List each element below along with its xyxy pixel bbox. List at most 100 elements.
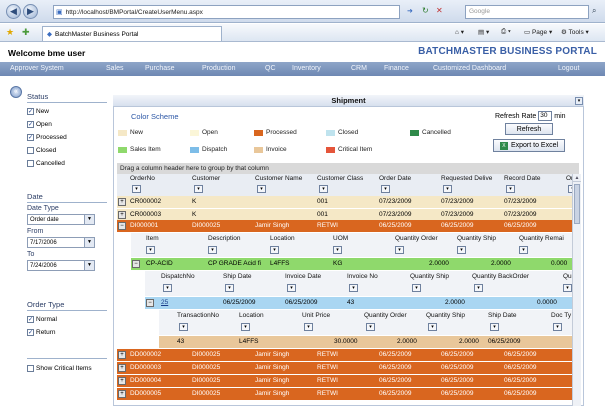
from-date-select[interactable]: 7/17/2006 ▼ (27, 237, 95, 248)
col-quantity-remaining[interactable]: Quantity Remai (519, 235, 564, 242)
status-new[interactable]: ✓ New (27, 105, 107, 118)
status-cancelled[interactable]: Cancelled (27, 157, 107, 170)
feeds-icon[interactable]: ▤ ▾ (478, 28, 489, 36)
nav-crm[interactable]: CRM (351, 65, 367, 72)
nav-customized-dashboard[interactable]: Customized Dashboard (433, 65, 506, 72)
status-open[interactable]: ✓ Open (27, 118, 107, 131)
nav-purchase[interactable]: Purchase (145, 65, 175, 72)
table-row[interactable]: + DD000004 DI000025 Jamir Singh RETWI 06… (117, 375, 579, 387)
refresh-icon[interactable]: ↻ (422, 6, 429, 15)
col-customer-name[interactable]: Customer Name (255, 175, 302, 182)
col-requested-delivery[interactable]: Requested Delive (441, 175, 492, 182)
status-closed[interactable]: Closed (27, 144, 107, 157)
refresh-button[interactable]: Refresh (505, 123, 553, 135)
filter-icon[interactable]: ▾ (163, 284, 172, 292)
tools-menu[interactable]: ⚙ Tools ▾ (561, 28, 589, 36)
expand-icon[interactable]: + (118, 377, 126, 385)
collapse-sidebar-icon[interactable]: « (10, 86, 22, 98)
order-type-normal[interactable]: ✓ Normal (27, 313, 107, 326)
nav-qc[interactable]: QC (265, 65, 276, 72)
home-icon[interactable]: ⌂ ▾ (455, 28, 464, 36)
checkbox-show-critical[interactable] (27, 365, 34, 372)
forward-icon[interactable]: ▶ (23, 4, 38, 19)
col-ship-date[interactable]: Ship Date (223, 273, 252, 280)
col-dispatch-quantity-ship[interactable]: Quantity Ship (410, 273, 449, 280)
filter-icon[interactable]: ▾ (270, 246, 279, 254)
expand-icon[interactable]: + (118, 198, 126, 206)
group-by-area[interactable]: Drag a column header here to group by th… (117, 163, 579, 174)
col-customer[interactable]: Customer (192, 175, 220, 182)
filter-icon[interactable]: ▾ (519, 246, 528, 254)
go-icon[interactable]: ➜ (407, 7, 413, 15)
print-icon[interactable]: ⎙ ▾ (501, 28, 511, 36)
stop-icon[interactable]: ✕ (436, 6, 443, 15)
col-txn-location[interactable]: Location (239, 312, 264, 319)
browser-search-input[interactable]: Google (465, 5, 589, 19)
col-unit-price[interactable]: Unit Price (302, 312, 330, 319)
expand-icon[interactable]: + (118, 351, 126, 359)
checkbox-open[interactable]: ✓ (27, 121, 34, 128)
filter-icon[interactable]: ▾ (412, 284, 421, 292)
filter-icon[interactable]: ▾ (257, 185, 266, 193)
filter-icon[interactable]: ▾ (225, 284, 234, 292)
col-customer-class[interactable]: Customer Class (317, 175, 363, 182)
collapse-icon[interactable]: − (118, 222, 126, 230)
col-location[interactable]: Location (270, 235, 295, 242)
checkbox-return[interactable]: ✓ (27, 329, 34, 336)
nav-approver-system[interactable]: Approver System (10, 65, 64, 72)
filter-icon[interactable]: ▾ (132, 185, 141, 193)
checkbox-cancelled[interactable] (27, 160, 34, 167)
expand-icon[interactable]: + (118, 364, 126, 372)
checkbox-processed[interactable]: ✓ (27, 134, 34, 141)
browser-tab[interactable]: ◆ BatchMaster Business Portal (42, 26, 222, 41)
filter-icon[interactable]: ▾ (490, 323, 499, 331)
table-row[interactable]: + CR000002 K 001 07/23/2009 07/23/2009 0… (117, 196, 579, 208)
filter-icon[interactable]: ▾ (457, 246, 466, 254)
table-row[interactable]: + DD000003 DI000025 Jamir Singh RETWI 06… (117, 362, 579, 374)
filter-icon[interactable]: ▾ (563, 284, 572, 292)
col-quantity-ship[interactable]: Quantity Ship (457, 235, 496, 242)
scroll-up-icon[interactable]: ▲ (573, 174, 581, 182)
nav-production[interactable]: Production (202, 65, 235, 72)
col-record-date[interactable]: Record Date (504, 175, 541, 182)
table-row[interactable]: + DD000002 DI000025 Jamir Singh RETWI 06… (117, 349, 579, 361)
filter-icon[interactable]: ▾ (319, 185, 328, 193)
filter-icon[interactable]: ▾ (349, 284, 358, 292)
col-quantity-order[interactable]: Quantity Order (395, 235, 438, 242)
filter-icon[interactable]: ▾ (333, 246, 342, 254)
item-row[interactable]: − CP-ACID CP GRADE Acid fi L4FFS KG 2.00… (131, 258, 572, 270)
dispatch-row[interactable]: − 25 06/25/2009 06/25/2009 43 2.0000 0.0… (145, 297, 572, 309)
table-row[interactable]: + CR000003 K 001 07/23/2009 07/23/2009 0… (117, 208, 579, 220)
scroll-thumb[interactable] (574, 184, 580, 224)
filter-icon[interactable]: ▾ (208, 246, 217, 254)
filter-icon[interactable]: ▾ (553, 323, 562, 331)
page-menu[interactable]: ▭ Page ▾ (524, 28, 552, 36)
nav-finance[interactable]: Finance (384, 65, 409, 72)
add-favorite-icon[interactable]: ✚ (22, 27, 30, 38)
filter-icon[interactable]: ▾ (381, 185, 390, 193)
col-quantity-backorder[interactable]: Quantity BackOrder (472, 273, 529, 280)
filter-icon[interactable]: ▾ (241, 323, 250, 331)
col-dispatch-more[interactable]: Qu (563, 273, 572, 280)
col-txn-quantity-order[interactable]: Quantity Order (364, 312, 407, 319)
order-type-return[interactable]: ✓ Return (27, 326, 107, 339)
dispatch-link[interactable]: 25 (161, 299, 168, 306)
url-input[interactable]: ▣ http://localhost/BMPortal/CreateUserMe… (53, 5, 400, 19)
col-txn-quantity-ship[interactable]: Quantity Ship (426, 312, 465, 319)
to-date-select[interactable]: 7/24/2006 ▼ (27, 260, 95, 271)
nav-logout[interactable]: Logout (558, 65, 579, 72)
search-icon[interactable]: ⌕ (592, 6, 596, 16)
checkbox-new[interactable]: ✓ (27, 108, 34, 115)
filter-icon[interactable]: ▾ (428, 323, 437, 331)
col-invoice-date[interactable]: Invoice Date (285, 273, 321, 280)
export-to-excel-button[interactable]: X Export to Excel (493, 139, 565, 152)
col-order-date[interactable]: Order Date (379, 175, 411, 182)
back-icon[interactable]: ◀ (6, 4, 21, 19)
transaction-row[interactable]: 43 L4FFS 30.0000 2.0000 2.0000 06/25/200… (159, 336, 572, 348)
filter-icon[interactable]: ▾ (506, 185, 515, 193)
table-row[interactable]: − DI000001 DI000025 Jamir Singh RETWI 06… (117, 220, 579, 232)
col-transaction-no[interactable]: TransactionNo (177, 312, 219, 319)
col-doc-type[interactable]: Doc Ty (551, 312, 571, 319)
col-item[interactable]: Item (146, 235, 159, 242)
col-uom[interactable]: UOM (333, 235, 348, 242)
